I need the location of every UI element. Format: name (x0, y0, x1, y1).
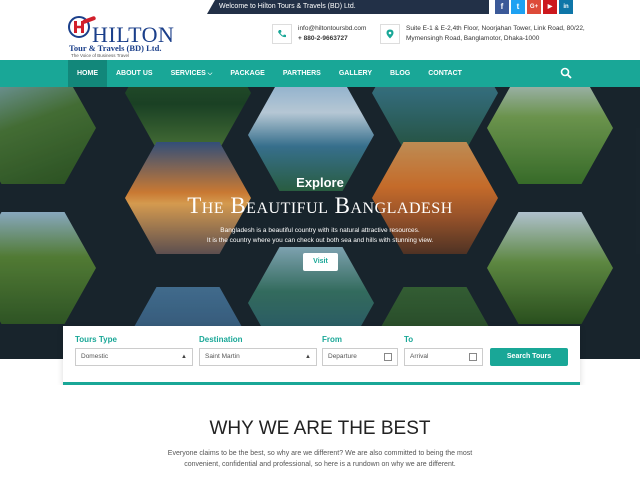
to-placeholder: Arrival (410, 353, 429, 360)
search-tours-button[interactable]: Search Tours (490, 348, 568, 366)
site-logo[interactable]: HILTON Tour & Travels (BD) Ltd. The Voic… (66, 14, 174, 60)
logo-subtitle: Tour & Travels (BD) Ltd. (69, 43, 162, 53)
hero-description-line-1: Bangladesh is a beautiful country with i… (220, 227, 420, 234)
google-plus-icon[interactable]: G+ (527, 0, 541, 14)
destination-field: Destination Saint Martin ▲ (199, 335, 317, 366)
destination-select[interactable]: Saint Martin ▲ (199, 348, 317, 366)
tours-type-field: Tours Type Domestic ▲ (75, 335, 193, 366)
contact-phone: + 880-2-9663727 (298, 35, 348, 42)
map-pin-icon (380, 24, 400, 44)
visit-button[interactable]: Visit (303, 253, 338, 271)
welcome-text: Welcome to Hilton Tours & Travels (BD) L… (207, 0, 489, 14)
from-date-input[interactable]: Departure (322, 348, 398, 366)
to-label: To (404, 335, 414, 344)
hero-description-line-2: It is the country where you can check ou… (206, 237, 434, 244)
nav-services-label: SERVICES (170, 70, 206, 77)
select-caret-icon: ▲ (305, 354, 311, 360)
from-placeholder: Departure (328, 353, 357, 360)
tour-search-panel: Tours Type Domestic ▲ Destination Saint … (63, 326, 580, 385)
to-date-input[interactable]: Arrival (404, 348, 483, 366)
why-text-line-2: convenient, confidential and professiona… (184, 461, 456, 468)
calendar-icon (384, 353, 392, 361)
contact-email-phone: info@hiltontoursbd.com + 880-2-9663727 (272, 24, 366, 44)
why-section: WHY WE ARE THE BEST Everyone claims to b… (0, 385, 640, 480)
address-line-2: Mymensingh Road, Banglamotor, Dhaka-1000 (406, 35, 540, 42)
tours-type-label: Tours Type (75, 335, 117, 344)
to-field: To Arrival (404, 335, 483, 366)
destination-label: Destination (199, 335, 243, 344)
chevron-down-icon: ⌵ (207, 71, 213, 77)
main-nav: HOME ABOUT US SERVICES ⌵ PACKAGE PARTHER… (0, 60, 640, 87)
contact-email[interactable]: info@hiltontoursbd.com (298, 24, 366, 34)
select-caret-icon: ▲ (181, 354, 187, 360)
nav-about-us[interactable]: ABOUT US (107, 60, 162, 87)
hero-banner: Explore The Beautiful Bangladesh Banglad… (0, 87, 640, 359)
why-text-line-1: Everyone claims to be the best, so why a… (167, 450, 473, 457)
nav-partners[interactable]: PARTHERS (274, 60, 330, 87)
destination-value: Saint Martin (205, 353, 240, 360)
site-header: HILTON Tour & Travels (BD) Ltd. The Voic… (0, 14, 640, 60)
hero-description: Bangladesh is a beautiful country with i… (160, 226, 480, 246)
contact-address: Suite E-1 & E-2,4th Floor, Noorjahan Tow… (380, 24, 585, 44)
hero-explore: Explore (296, 175, 344, 190)
hero-headline: The Beautiful Bangladesh (187, 193, 453, 218)
tours-type-select[interactable]: Domestic ▲ (75, 348, 193, 366)
social-links: f t G+ ▶ in (495, 0, 573, 14)
search-icon[interactable] (560, 67, 572, 79)
nav-contact[interactable]: CONTACT (419, 60, 471, 87)
facebook-icon[interactable]: f (495, 0, 509, 14)
nav-blog[interactable]: BLOG (381, 60, 419, 87)
phone-icon (272, 24, 292, 44)
twitter-icon[interactable]: t (511, 0, 525, 14)
address-line-1: Suite E-1 & E-2,4th Floor, Noorjahan Tow… (406, 25, 585, 32)
nav-gallery[interactable]: GALLERY (330, 60, 381, 87)
nav-services[interactable]: SERVICES ⌵ (162, 60, 222, 87)
tours-type-value: Domestic (81, 353, 109, 360)
top-bar: Welcome to Hilton Tours & Travels (BD) L… (0, 0, 640, 14)
why-title: WHY WE ARE THE BEST (209, 418, 431, 439)
nav-package[interactable]: PACKAGE (221, 60, 273, 87)
why-text: Everyone claims to be the best, so why a… (140, 448, 500, 470)
youtube-icon[interactable]: ▶ (543, 0, 557, 14)
calendar-icon (469, 353, 477, 361)
from-field: From Departure (322, 335, 398, 366)
nav-home[interactable]: HOME (68, 60, 107, 87)
linkedin-icon[interactable]: in (559, 0, 573, 14)
from-label: From (322, 335, 342, 344)
logo-tagline: The Voice of Business Travel (71, 53, 130, 58)
